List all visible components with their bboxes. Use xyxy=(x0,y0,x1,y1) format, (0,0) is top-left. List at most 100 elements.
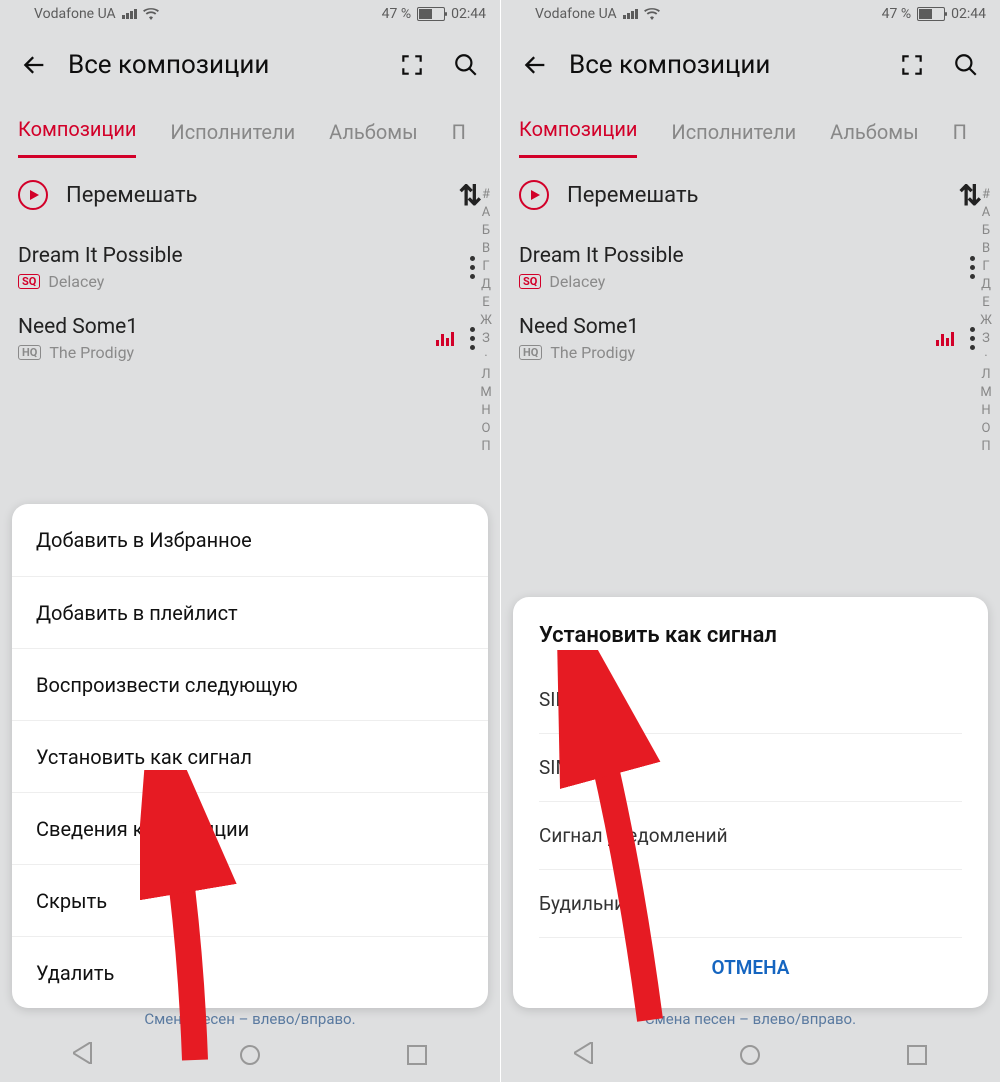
status-bar: Vodafone UA 47 % 02:44 xyxy=(501,0,1000,28)
signal-icon xyxy=(122,9,137,19)
tab-songs[interactable]: Композиции xyxy=(18,109,136,158)
alpha-letter[interactable]: Е xyxy=(472,294,500,312)
page-title: Все композиции xyxy=(68,50,378,80)
wifi-icon xyxy=(644,8,660,20)
tab-albums[interactable]: Альбомы xyxy=(329,112,417,158)
song-row[interactable]: Dream It Possible SQ Delacey xyxy=(501,232,1000,303)
alpha-letter[interactable]: В xyxy=(472,240,500,258)
alpha-letter[interactable]: О xyxy=(472,420,500,438)
alpha-letter[interactable]: # xyxy=(972,186,1000,204)
alpha-letter[interactable]: Н xyxy=(972,402,1000,420)
alpha-letter[interactable]: Е xyxy=(972,294,1000,312)
tab-songs[interactable]: Композиции xyxy=(519,109,637,158)
alpha-letter[interactable]: Г xyxy=(472,258,500,276)
menu-play-next[interactable]: Воспроизвести следующую xyxy=(12,648,488,720)
quality-badge: SQ xyxy=(18,274,40,289)
song-row[interactable]: Need Some1 HQ The Prodigy xyxy=(0,303,500,374)
alpha-letter[interactable]: · xyxy=(472,348,500,366)
menu-delete[interactable]: Удалить xyxy=(12,936,488,1008)
alpha-letter[interactable]: А xyxy=(472,204,500,222)
search-button[interactable] xyxy=(446,45,486,85)
nav-home[interactable] xyxy=(740,1045,760,1065)
song-artist: The Prodigy xyxy=(550,343,635,362)
scan-button[interactable] xyxy=(892,45,932,85)
song-title: Need Some1 xyxy=(18,315,436,339)
play-icon xyxy=(519,180,549,210)
nav-recent[interactable] xyxy=(907,1045,927,1065)
song-row[interactable]: Dream It Possible SQ Delacey xyxy=(0,232,500,303)
clock: 02:44 xyxy=(451,6,486,22)
alpha-letter[interactable]: · xyxy=(972,348,1000,366)
nav-back[interactable] xyxy=(574,1042,594,1068)
top-bar: Все композиции xyxy=(501,28,1000,102)
menu-add-playlist[interactable]: Добавить в плейлист xyxy=(12,576,488,648)
swipe-hint: Смена песен – влево/вправо. xyxy=(501,1010,1000,1028)
alpha-letter[interactable]: Л xyxy=(972,366,1000,384)
option-notification[interactable]: Сигнал уведомлений xyxy=(539,802,962,870)
menu-add-favorite[interactable]: Добавить в Избранное xyxy=(12,504,488,576)
option-sim1[interactable]: SIM 1 xyxy=(539,666,962,734)
search-button[interactable] xyxy=(946,45,986,85)
ringtone-dialog: Установить как сигнал SIM 1 SIM 2 Сигнал… xyxy=(513,597,988,1008)
shuffle-label: Перемешать xyxy=(66,183,441,208)
alpha-letter[interactable]: Д xyxy=(972,276,1000,294)
page-title: Все композиции xyxy=(569,50,878,80)
nav-recent[interactable] xyxy=(407,1045,427,1065)
alpha-letter[interactable]: П xyxy=(472,438,500,456)
alpha-letter[interactable]: Ж xyxy=(972,312,1000,330)
battery-pct: 47 % xyxy=(882,6,911,22)
alpha-index[interactable]: #АБВГДЕЖЗ·ЛМНОП xyxy=(472,186,500,456)
cancel-button[interactable]: ОТМЕНА xyxy=(539,938,962,998)
alpha-letter[interactable]: Б xyxy=(972,222,1000,240)
tab-albums[interactable]: Альбомы xyxy=(830,112,918,158)
tab-artists[interactable]: Исполнители xyxy=(671,112,796,158)
menu-song-info[interactable]: Сведения композиции xyxy=(12,792,488,864)
play-icon xyxy=(18,180,48,210)
scan-icon xyxy=(399,52,425,78)
nav-back[interactable] xyxy=(73,1042,93,1068)
alpha-letter[interactable]: З xyxy=(972,330,1000,348)
shuffle-row[interactable]: Перемешать ⇅ xyxy=(501,158,1000,232)
alpha-letter[interactable]: З xyxy=(472,330,500,348)
alpha-index[interactable]: #АБВГДЕЖЗ·ЛМНОП xyxy=(972,186,1000,456)
alpha-letter[interactable]: П xyxy=(972,438,1000,456)
song-row[interactable]: Need Some1 HQ The Prodigy xyxy=(501,303,1000,374)
nav-bar xyxy=(0,1028,500,1082)
menu-set-ringtone[interactable]: Установить как сигнал xyxy=(12,720,488,792)
tab-more[interactable]: П xyxy=(953,112,967,158)
option-sim2[interactable]: SIM 2 xyxy=(539,734,962,802)
alpha-letter[interactable]: А xyxy=(972,204,1000,222)
option-alarm[interactable]: Будильник xyxy=(539,870,962,938)
shuffle-row[interactable]: Перемешать ⇅ xyxy=(0,158,500,232)
alpha-letter[interactable]: Д xyxy=(472,276,500,294)
clock: 02:44 xyxy=(951,6,986,22)
tabs: Композиции Исполнители Альбомы П xyxy=(501,102,1000,158)
alpha-letter[interactable]: # xyxy=(472,186,500,204)
back-button[interactable] xyxy=(14,45,54,85)
arrow-left-icon xyxy=(521,51,549,79)
tab-more[interactable]: П xyxy=(452,112,466,158)
search-icon xyxy=(953,52,979,78)
alpha-letter[interactable]: Г xyxy=(972,258,1000,276)
alpha-letter[interactable]: Ж xyxy=(472,312,500,330)
song-artist: Delacey xyxy=(48,272,104,291)
alpha-letter[interactable]: Н xyxy=(472,402,500,420)
scan-button[interactable] xyxy=(392,45,432,85)
alpha-letter[interactable]: М xyxy=(472,384,500,402)
alpha-letter[interactable]: М xyxy=(972,384,1000,402)
battery-icon xyxy=(417,7,445,21)
alpha-letter[interactable]: Л xyxy=(472,366,500,384)
menu-hide[interactable]: Скрыть xyxy=(12,864,488,936)
song-title: Need Some1 xyxy=(519,315,936,339)
carrier-label: Vodafone UA xyxy=(535,6,617,22)
back-button[interactable] xyxy=(515,45,555,85)
wifi-icon xyxy=(143,8,159,20)
nav-home[interactable] xyxy=(240,1045,260,1065)
carrier-label: Vodafone UA xyxy=(34,6,116,22)
signal-icon xyxy=(623,9,638,19)
alpha-letter[interactable]: Б xyxy=(472,222,500,240)
alpha-letter[interactable]: О xyxy=(972,420,1000,438)
alpha-letter[interactable]: В xyxy=(972,240,1000,258)
tab-artists[interactable]: Исполнители xyxy=(170,112,295,158)
song-title: Dream It Possible xyxy=(519,244,962,268)
